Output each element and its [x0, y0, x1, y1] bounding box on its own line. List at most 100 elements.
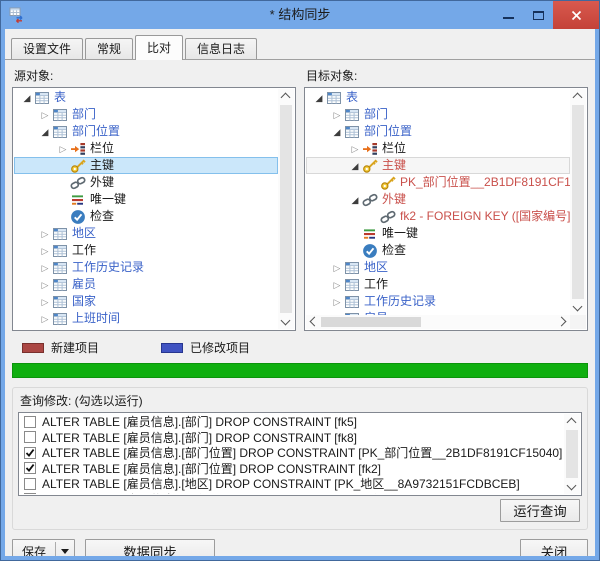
query-checkbox-checked[interactable]	[24, 447, 36, 459]
new-item-color-swatch	[22, 343, 44, 353]
expand-arrow-icon[interactable]	[20, 327, 34, 329]
expand-arrow-icon[interactable]	[38, 259, 52, 276]
tree-item[interactable]: 外键	[306, 191, 570, 208]
tree-item[interactable]: 唯一键	[306, 225, 570, 242]
data-sync-button[interactable]: 数据同步	[85, 539, 215, 556]
query-checkbox-unchecked[interactable]	[24, 431, 36, 443]
save-split-button[interactable]: 保存	[12, 539, 75, 556]
expand-arrow-icon[interactable]	[38, 225, 52, 242]
query-row[interactable]: ALTER TABLE [雇员信息].[地区] DROP CONSTRAINT …	[20, 476, 564, 492]
scroll-down-arrow-icon[interactable]	[281, 316, 291, 326]
query-checkbox-unchecked[interactable]	[24, 493, 36, 494]
collapse-arrow-icon[interactable]	[348, 157, 362, 174]
scrollbar-thumb[interactable]	[280, 105, 292, 313]
tree-item[interactable]: 地区	[306, 259, 570, 276]
expand-arrow-icon[interactable]	[330, 276, 344, 293]
collapse-arrow-icon[interactable]	[330, 123, 344, 140]
expand-arrow-icon[interactable]	[38, 276, 52, 293]
tree-item[interactable]: 部门	[306, 106, 570, 123]
tree-item[interactable]: 部门位置	[14, 123, 278, 140]
tree-item[interactable]: 上班时间	[14, 310, 278, 327]
query-row[interactable]: ALTER TABLE [雇员信息].[部门] DROP CONSTRAINT …	[20, 430, 564, 446]
tab-profile[interactable]: 设置文件	[11, 38, 83, 59]
tab-message-log[interactable]: 信息日志	[185, 38, 257, 59]
scroll-right-arrow-icon[interactable]	[557, 317, 567, 327]
scroll-up-arrow-icon[interactable]	[281, 93, 291, 103]
tab-compare[interactable]: 比对	[135, 35, 183, 60]
tree-item[interactable]: 检查	[306, 242, 570, 259]
collapse-arrow-icon[interactable]	[348, 191, 362, 208]
source-tree[interactable]: 表 部门 部门位置 栏位 主键 外键 唯一键 检查 地区 工作 工作历史记录 雇…	[12, 87, 296, 331]
tree-item[interactable]: PK_部门位置__2B1DF8191CF15040	[306, 174, 570, 191]
tree-item-tables[interactable]: 表	[306, 89, 570, 106]
scrollbar-thumb[interactable]	[321, 317, 421, 327]
query-checkbox-checked[interactable]	[24, 462, 36, 474]
expand-arrow-icon[interactable]	[330, 293, 344, 310]
maximize-button[interactable]	[523, 1, 553, 29]
tree-item[interactable]: 栏位	[306, 140, 570, 157]
collapse-arrow-icon[interactable]	[38, 123, 52, 140]
target-tree[interactable]: 表 部门 部门位置 栏位 主键 PK_部门位置__2B1DF8191CF1504…	[304, 87, 588, 331]
vertical-scrollbar[interactable]	[564, 414, 580, 494]
scroll-up-arrow-icon[interactable]	[567, 418, 577, 428]
close-window-button[interactable]	[553, 1, 599, 29]
save-dropdown-button[interactable]	[56, 540, 74, 556]
tree-item[interactable]: 地区	[14, 225, 278, 242]
new-item-label: 新建项目	[51, 339, 99, 356]
tree-item[interactable]: 主键	[306, 157, 570, 174]
view-glasses-icon	[34, 328, 50, 330]
horizontal-scrollbar[interactable]	[306, 315, 570, 329]
tree-item-views[interactable]: 视图	[14, 327, 278, 329]
tree-item-selected[interactable]: 主键	[14, 157, 278, 174]
expand-arrow-icon[interactable]	[38, 293, 52, 310]
scrollbar-thumb[interactable]	[572, 105, 584, 299]
tree-item[interactable]: 外键	[14, 174, 278, 191]
close-dialog-button[interactable]: 关闭	[520, 539, 588, 556]
table-icon	[344, 277, 360, 293]
minimize-button[interactable]	[493, 1, 523, 29]
tree-item[interactable]: 检查	[14, 208, 278, 225]
collapse-arrow-icon[interactable]	[20, 89, 34, 106]
expand-arrow-icon[interactable]	[330, 106, 344, 123]
tab-general[interactable]: 常规	[85, 38, 133, 59]
expand-arrow-icon[interactable]	[38, 242, 52, 259]
tree-item[interactable]: 部门位置	[306, 123, 570, 140]
query-row[interactable]: ALTER TABLE [雇员信息].[部门位置] DROP CONSTRAIN…	[20, 445, 564, 461]
collapse-arrow-icon[interactable]	[312, 89, 326, 106]
maximize-icon	[533, 11, 544, 20]
tree-item[interactable]: 唯一键	[14, 191, 278, 208]
query-checkbox-unchecked[interactable]	[24, 416, 36, 428]
tree-item-tables[interactable]: 表	[14, 89, 278, 106]
tree-item[interactable]: fk2 - FOREIGN KEY ([国家编号])	[306, 208, 570, 225]
source-tree-rows: 表 部门 部门位置 栏位 主键 外键 唯一键 检查 地区 工作 工作历史记录 雇…	[14, 89, 278, 329]
scroll-down-arrow-icon[interactable]	[567, 481, 577, 491]
expand-arrow-icon[interactable]	[56, 140, 70, 157]
tree-item[interactable]: 工作	[306, 276, 570, 293]
expand-arrow-icon[interactable]	[38, 310, 52, 327]
tree-item[interactable]: 工作历史记录	[14, 259, 278, 276]
expand-arrow-icon[interactable]	[348, 140, 362, 157]
expand-arrow-icon[interactable]	[38, 106, 52, 123]
tree-item[interactable]: 工作历史记录	[306, 293, 570, 310]
titlebar[interactable]: * 结构同步	[1, 1, 599, 29]
tree-item[interactable]: 部门	[14, 106, 278, 123]
query-row[interactable]: ALTER TABLE [雇员信息].[部门位置] DROP CONSTRAIN…	[20, 461, 564, 477]
scroll-down-arrow-icon[interactable]	[573, 302, 583, 312]
scrollbar-thumb[interactable]	[566, 430, 578, 478]
expand-arrow-icon[interactable]	[330, 259, 344, 276]
query-list[interactable]: ALTER TABLE [雇员信息].[部门] DROP CONSTRAINT …	[18, 412, 582, 496]
query-checkbox-unchecked[interactable]	[24, 478, 36, 490]
save-button[interactable]: 保存	[13, 540, 55, 556]
vertical-scrollbar[interactable]	[570, 89, 586, 315]
scroll-up-arrow-icon[interactable]	[573, 93, 583, 103]
run-query-button[interactable]: 运行查询	[500, 499, 580, 522]
scroll-left-arrow-icon[interactable]	[310, 317, 320, 327]
tree-item[interactable]: 雇员	[14, 276, 278, 293]
tree-item[interactable]: 工作	[14, 242, 278, 259]
structure-sync-dialog: * 结构同步 设置文件 常规 比对 信息日志 源对象:	[0, 0, 600, 561]
tree-item[interactable]: 栏位	[14, 140, 278, 157]
tree-item[interactable]: 国家	[14, 293, 278, 310]
query-row[interactable]: ALTER TABLE [雇员信息].[工作] DROP CONSTRAINT …	[20, 492, 564, 495]
query-row[interactable]: ALTER TABLE [雇员信息].[部门] DROP CONSTRAINT …	[20, 414, 564, 430]
vertical-scrollbar[interactable]	[278, 89, 294, 329]
